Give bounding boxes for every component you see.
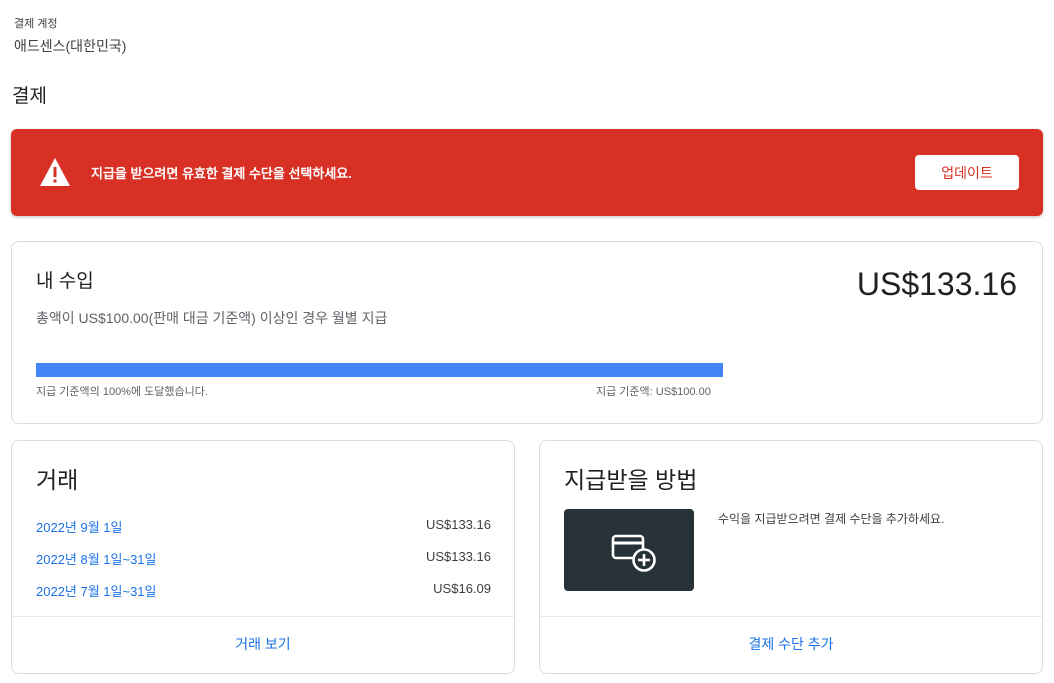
transaction-amount: US$16.09 — [433, 581, 491, 596]
earnings-card: 내 수입 총액이 US$100.00(판매 대금 기준액) 이상인 경우 월별 … — [11, 241, 1043, 424]
account-label: 결제 계정 — [14, 18, 58, 30]
earnings-title: 내 수입 — [36, 271, 94, 292]
view-transactions-link[interactable]: 거래 보기 — [12, 634, 514, 654]
transactions-card: 거래 2022년 9월 1일 US$133.16 2022년 8월 1일~31일… — [11, 440, 515, 674]
progress-bar-fill — [36, 363, 723, 377]
page-title: 결제 — [12, 86, 47, 107]
transaction-amount: US$133.16 — [425, 517, 491, 532]
payment-method-title: 지급받을 방법 — [564, 467, 698, 493]
transaction-row: 2022년 7월 1일~31일 US$16.09 — [36, 581, 491, 601]
warning-icon — [40, 158, 70, 186]
threshold-progress-bar — [36, 363, 723, 377]
threshold-text: 지급 기준액: US$100.00 — [596, 386, 711, 398]
card-divider — [540, 616, 1042, 617]
payment-alert-banner: 지급을 받으려면 유효한 결제 수단을 선택하세요. 업데이트 — [11, 129, 1043, 216]
transaction-date-link[interactable]: 2022년 7월 1일~31일 — [36, 581, 157, 600]
transactions-title: 거래 — [36, 467, 79, 493]
alert-message: 지급을 받으려면 유효한 결제 수단을 선택하세요. — [91, 166, 352, 181]
payment-method-card: 지급받을 방법 수익을 지급받으려면 결제 수단을 추가하세요. 결제 수단 추… — [539, 440, 1043, 674]
transaction-row: 2022년 9월 1일 US$133.16 — [36, 517, 491, 537]
card-divider — [12, 616, 514, 617]
transaction-row: 2022년 8월 1일~31일 US$133.16 — [36, 549, 491, 569]
earnings-description: 총액이 US$100.00(판매 대금 기준액) 이상인 경우 월별 지급 — [36, 310, 388, 326]
transaction-date-link[interactable]: 2022년 9월 1일 — [36, 517, 122, 536]
update-button[interactable]: 업데이트 — [915, 155, 1019, 190]
payment-method-description: 수익을 지급받으려면 결제 수단을 추가하세요. — [718, 512, 945, 526]
add-payment-method-link[interactable]: 결제 수단 추가 — [540, 634, 1042, 654]
account-name: 애드센스(대한민국) — [14, 38, 127, 54]
progress-status-text: 지급 기준액의 100%에 도달했습니다. — [36, 386, 208, 398]
transaction-amount: US$133.16 — [425, 549, 491, 564]
add-card-icon — [611, 534, 656, 572]
transaction-date-link[interactable]: 2022년 8월 1일~31일 — [36, 549, 157, 568]
earnings-amount: US$133.16 — [856, 266, 1017, 302]
add-payment-tile[interactable] — [564, 509, 694, 591]
